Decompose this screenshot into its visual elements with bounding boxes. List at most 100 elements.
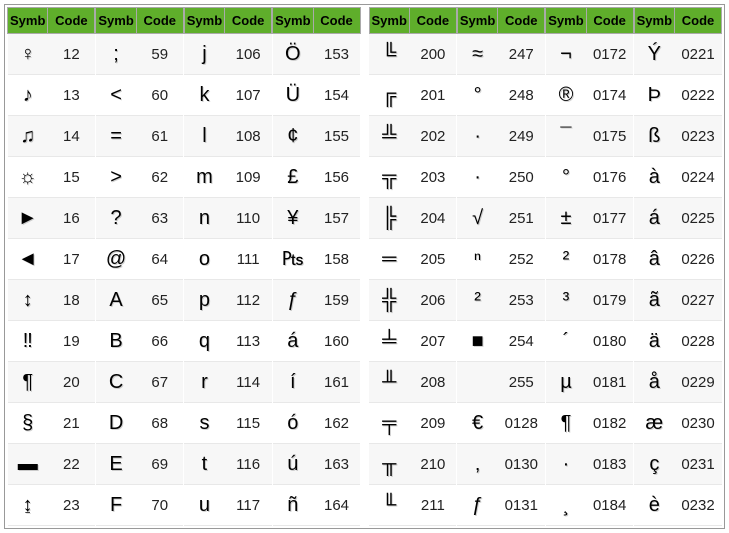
code-cell: 0184 <box>586 485 633 526</box>
table-row: ã0227 <box>634 280 721 321</box>
code-cell: 157 <box>313 198 360 239</box>
symbol-cell: ♫ <box>8 116 48 157</box>
table-row: ·0183 <box>546 444 633 485</box>
table-row: £156 <box>273 157 360 198</box>
symbol-column: SymbCode╚200╔201╩202╦203╠204═205╬206╧207… <box>369 7 457 526</box>
symbol-cell: ² <box>457 280 497 321</box>
table-row: ♪13 <box>8 75 95 116</box>
code-cell: 0177 <box>586 198 633 239</box>
code-cell: 12 <box>48 34 95 75</box>
symbol-cell: E <box>96 444 136 485</box>
code-cell: 0179 <box>586 280 633 321</box>
table-row: ₧158 <box>273 239 360 280</box>
table-row: ¯0175 <box>546 116 633 157</box>
code-cell: 0227 <box>675 280 722 321</box>
code-cell: 0174 <box>586 75 633 116</box>
code-cell: 64 <box>136 239 183 280</box>
code-cell: 0172 <box>586 34 633 75</box>
symbol-cell: á <box>634 198 674 239</box>
symbol-column: SymbCodeÖ153Ü154¢155£156¥157₧158ƒ159á160… <box>272 7 360 526</box>
code-cell: 110 <box>225 198 272 239</box>
code-cell: 67 <box>136 362 183 403</box>
symbol-cell: ╥ <box>369 444 409 485</box>
table-row: ®0174 <box>546 75 633 116</box>
table-row: E69 <box>96 444 183 485</box>
table-row: á0225 <box>634 198 721 239</box>
code-cell: 16 <box>48 198 95 239</box>
symbol-cell: Ö <box>273 34 313 75</box>
code-cell: 153 <box>313 34 360 75</box>
code-cell: 204 <box>409 198 456 239</box>
code-cell: 247 <box>498 34 545 75</box>
table-row: °0176 <box>546 157 633 198</box>
code-cell: 0130 <box>498 444 545 485</box>
table-row: ƒ0131 <box>457 485 544 526</box>
code-cell: 156 <box>313 157 360 198</box>
table-row: ◄17 <box>8 239 95 280</box>
symbol-cell: ® <box>546 75 586 116</box>
symbol-cell: ± <box>546 198 586 239</box>
table-row: ╚200 <box>369 34 456 75</box>
table-row: ⁿ252 <box>457 239 544 280</box>
code-cell: 203 <box>409 157 456 198</box>
header-code: Code <box>136 8 183 34</box>
symbol-code-chart: SymbCode♀12♪13♫14☼15►16◄17↕18‼19¶20§21▬2… <box>4 4 725 529</box>
code-cell: 0181 <box>586 362 633 403</box>
code-cell: 255 <box>498 362 545 403</box>
symbol-cell: ╔ <box>369 75 409 116</box>
header-symb: Symb <box>273 8 313 34</box>
symbol-cell: ╤ <box>369 403 409 444</box>
symbol-cell: § <box>8 403 48 444</box>
symbol-cell: ╨ <box>369 362 409 403</box>
table-row: l108 <box>184 116 271 157</box>
code-cell: 207 <box>409 321 456 362</box>
table-row: ∙249 <box>457 116 544 157</box>
code-cell: 205 <box>409 239 456 280</box>
symbol-cell: = <box>96 116 136 157</box>
symbol-cell: ■ <box>457 321 497 362</box>
symbol-cell: ► <box>8 198 48 239</box>
code-cell: 159 <box>313 280 360 321</box>
table-row: ↕18 <box>8 280 95 321</box>
code-cell: 0224 <box>675 157 722 198</box>
symbol-cell: < <box>96 75 136 116</box>
symbol-cell: ¢ <box>273 116 313 157</box>
right-panel: SymbCode╚200╔201╩202╦203╠204═205╬206╧207… <box>369 7 723 526</box>
symbol-cell: D <box>96 403 136 444</box>
symbol-cell: ´ <box>546 321 586 362</box>
table-row: ¸0184 <box>546 485 633 526</box>
table-row: k107 <box>184 75 271 116</box>
table-row: ;59 <box>96 34 183 75</box>
symbol-cell: ° <box>546 157 586 198</box>
table-row: ²253 <box>457 280 544 321</box>
table-row: ·250 <box>457 157 544 198</box>
code-cell: 61 <box>136 116 183 157</box>
table-row: @64 <box>96 239 183 280</box>
table-row: Ý0221 <box>634 34 721 75</box>
table-row: ß0223 <box>634 116 721 157</box>
symbol-cell: ╙ <box>369 485 409 526</box>
table-row: m109 <box>184 157 271 198</box>
symbol-cell: m <box>184 157 224 198</box>
symbol-cell: ‚ <box>457 444 497 485</box>
symbol-cell: ♪ <box>8 75 48 116</box>
table-row: ╨208 <box>369 362 456 403</box>
header-code: Code <box>313 8 360 34</box>
symbol-cell: ¬ <box>546 34 586 75</box>
symbol-cell: p <box>184 280 224 321</box>
table-row: ╠204 <box>369 198 456 239</box>
table-row: Ü154 <box>273 75 360 116</box>
code-cell: 0221 <box>675 34 722 75</box>
code-cell: 160 <box>313 321 360 362</box>
symbol-cell: ² <box>546 239 586 280</box>
code-cell: 62 <box>136 157 183 198</box>
code-cell: 210 <box>409 444 456 485</box>
table-row: n110 <box>184 198 271 239</box>
symbol-cell: ; <box>96 34 136 75</box>
symbol-cell: u <box>184 485 224 526</box>
symbol-cell: ? <box>96 198 136 239</box>
table-row: t116 <box>184 444 271 485</box>
table-row: ♀12 <box>8 34 95 75</box>
symbol-cell: B <box>96 321 136 362</box>
symbol-cell: ╩ <box>369 116 409 157</box>
